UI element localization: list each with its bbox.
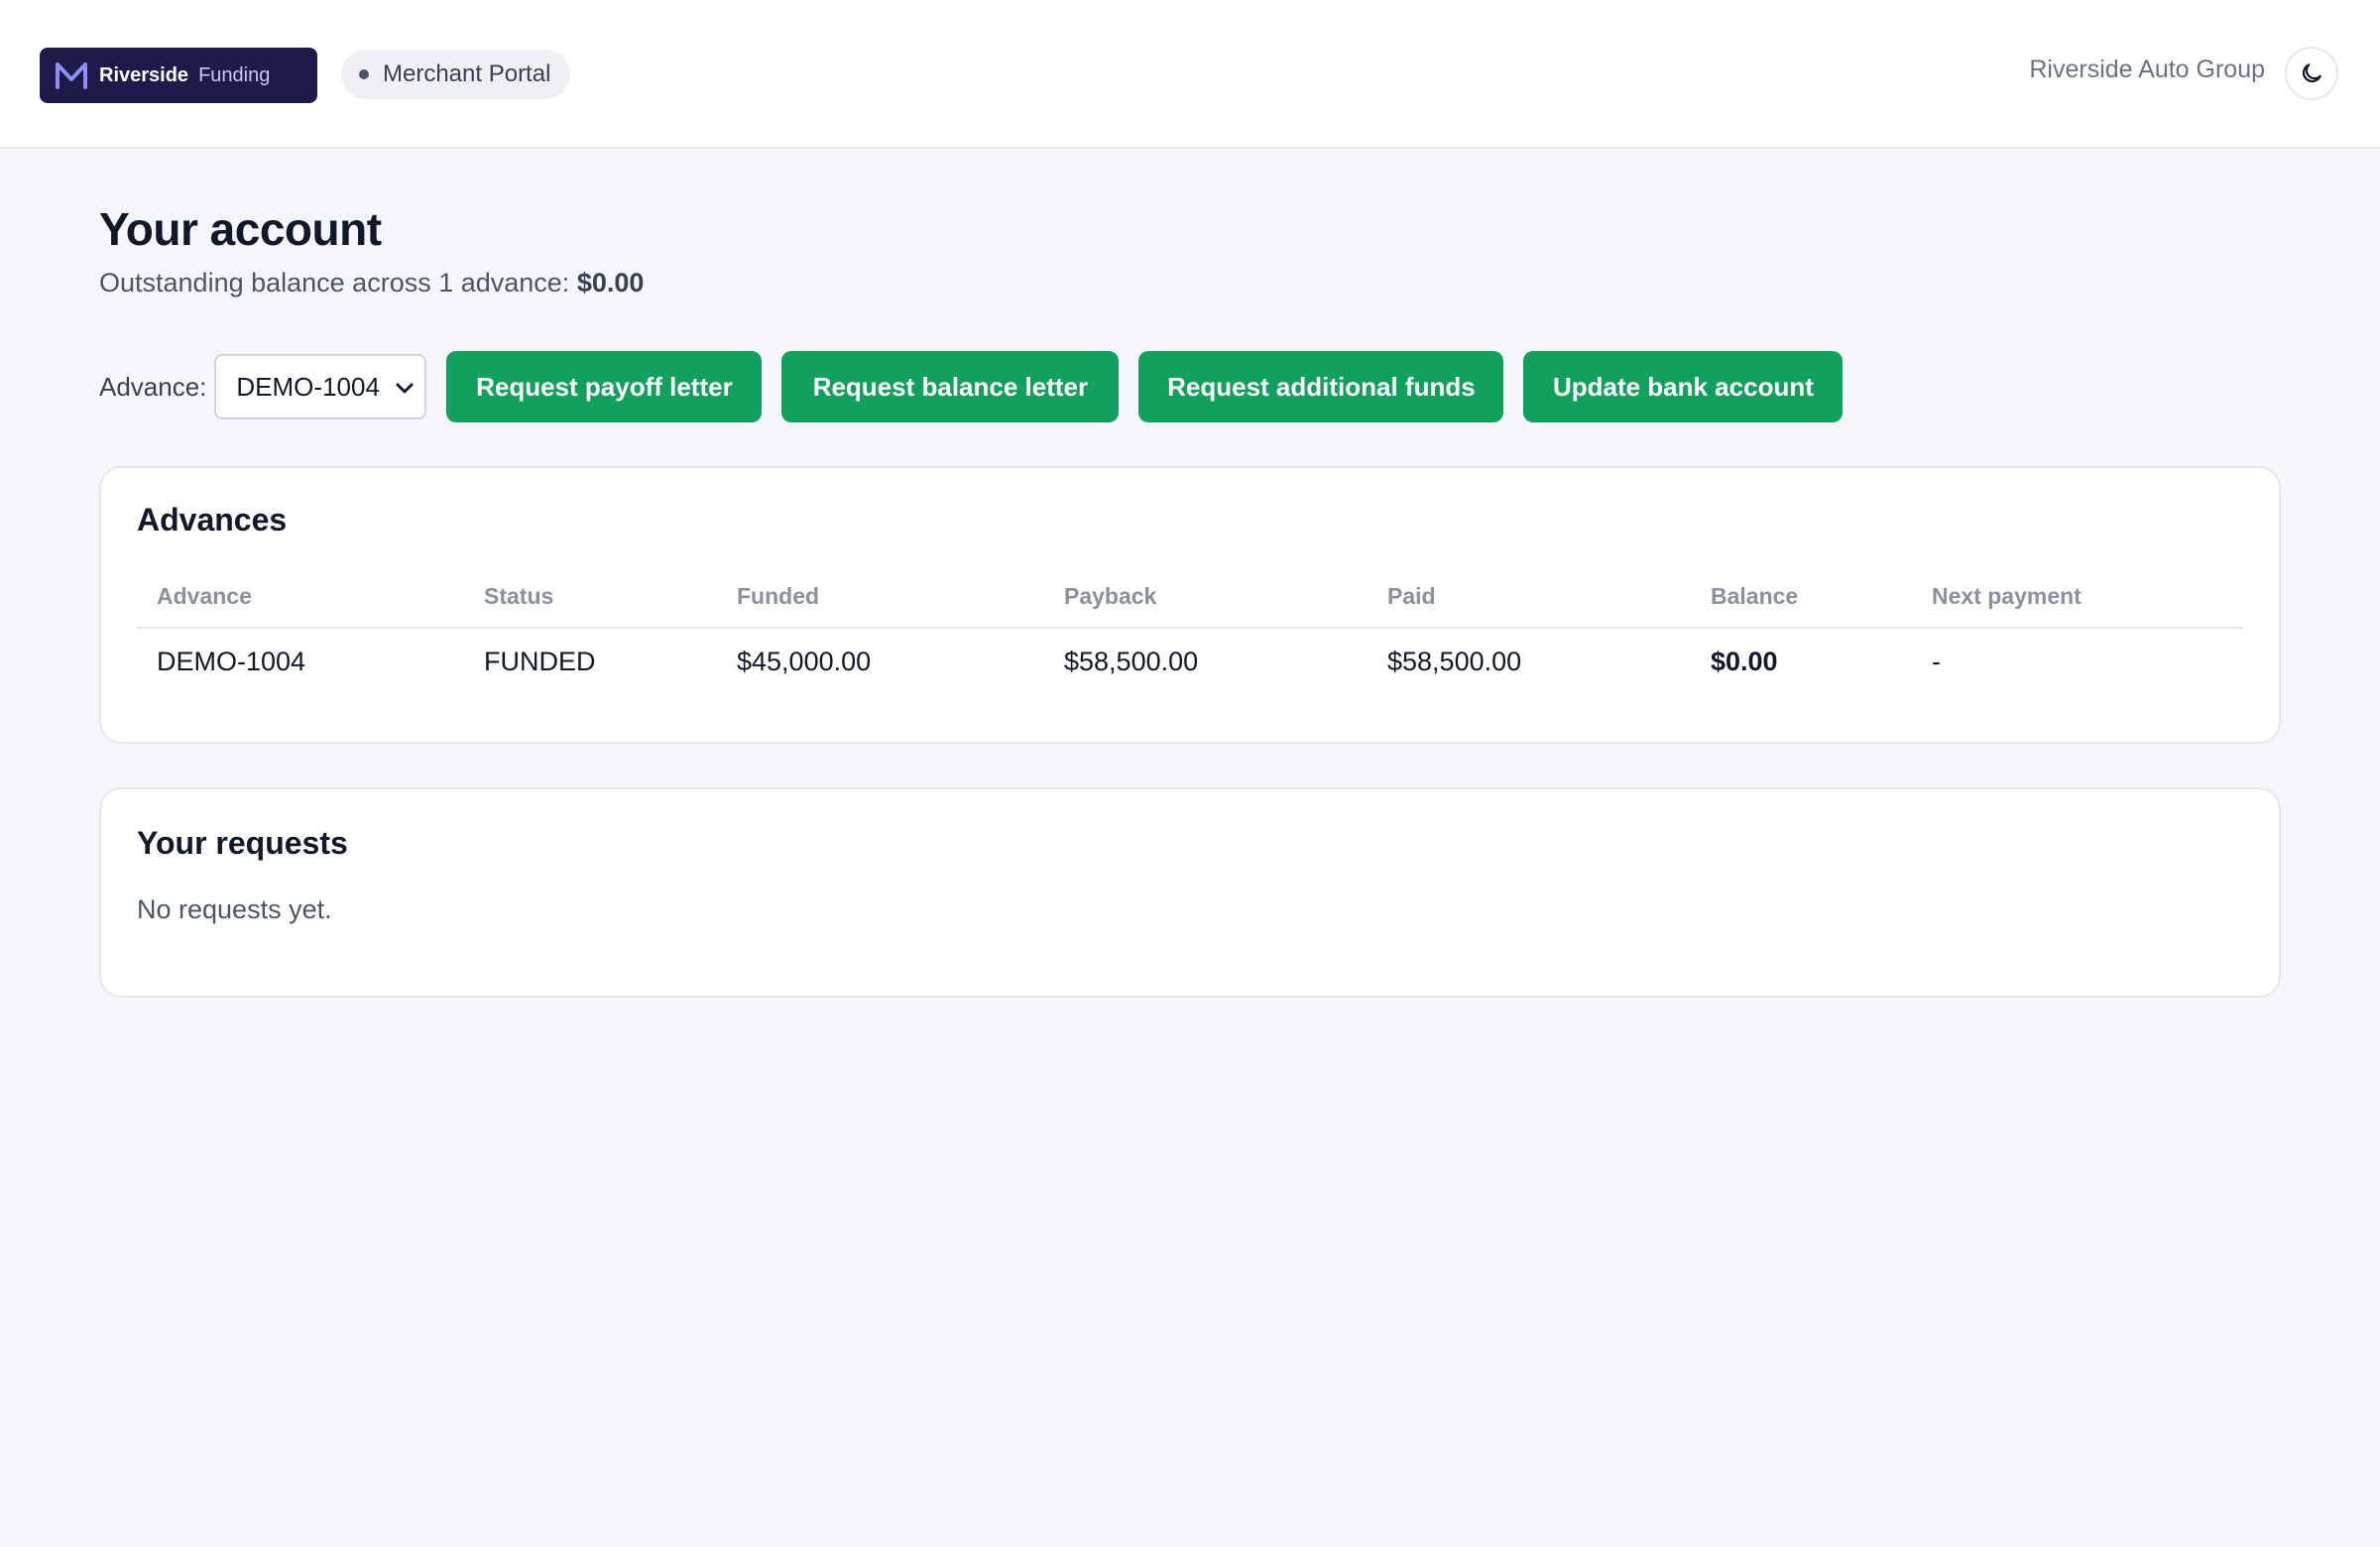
cell-status: FUNDED <box>484 647 596 676</box>
advance-select[interactable]: DEMO-1004 <box>214 354 427 419</box>
cell-funded: $45,000.00 <box>737 647 872 676</box>
portal-label: Merchant Portal <box>383 60 551 87</box>
empty-requests-message: No requests yet. <box>137 894 332 924</box>
action-row: Advance: DEMO-1004 Request payoff letter… <box>99 351 1862 422</box>
advance-select-value: DEMO-1004 <box>236 371 380 402</box>
balance-summary-amount: $0.00 <box>576 268 645 298</box>
request-payoff-letter-button[interactable]: Request payoff letter <box>446 351 763 422</box>
request-additional-funds-button[interactable]: Request additional funds <box>1138 351 1504 422</box>
cell-paid: $58,500.00 <box>1387 647 1522 676</box>
brand-logo[interactable]: Riverside Funding <box>40 48 317 103</box>
column-header: Balance <box>1711 583 1799 609</box>
theme-toggle-button[interactable] <box>2285 47 2338 100</box>
column-header: Funded <box>737 583 820 609</box>
top-bar: Riverside Funding Merchant Portal Rivers… <box>0 0 2380 149</box>
update-bank-account-button[interactable]: Update bank account <box>1523 351 1844 422</box>
m-logo-icon <box>56 62 87 89</box>
merchant-name: Riverside Auto Group <box>2029 56 2265 83</box>
cell-balance: $0.00 <box>1711 647 1778 676</box>
column-header: Payback <box>1064 583 1157 609</box>
cell-next-payment: - <box>1932 647 1941 676</box>
advance-select-label: Advance: <box>99 371 207 402</box>
status-dot-icon <box>359 69 369 79</box>
request-balance-letter-button[interactable]: Request balance letter <box>781 351 1120 422</box>
advances-title: Advances <box>137 502 288 537</box>
brand-suffix: Funding <box>198 63 271 86</box>
column-header: Advance <box>157 583 252 609</box>
column-header: Next payment <box>1932 583 2082 609</box>
requests-title: Your requests <box>137 825 348 861</box>
requests-card: Your requests No requests yet. <box>99 787 2281 998</box>
column-header: Status <box>484 583 554 609</box>
brand-name: Riverside <box>99 63 189 86</box>
portal-badge: Merchant Portal <box>341 50 571 99</box>
table-divider <box>137 627 2243 629</box>
moon-icon <box>2302 63 2321 83</box>
advances-card: Advances Advance Status Funded Payback P… <box>99 466 2281 744</box>
cell-payback: $58,500.00 <box>1064 647 1199 676</box>
chevron-down-icon <box>396 383 414 394</box>
balance-summary-text: Outstanding balance across 1 advance: <box>99 268 570 298</box>
cell-advance: DEMO-1004 <box>157 647 306 676</box>
page-title: Your account <box>99 203 382 255</box>
column-header: Paid <box>1387 583 1436 609</box>
balance-summary: Outstanding balance across 1 advance: $0… <box>99 268 644 298</box>
